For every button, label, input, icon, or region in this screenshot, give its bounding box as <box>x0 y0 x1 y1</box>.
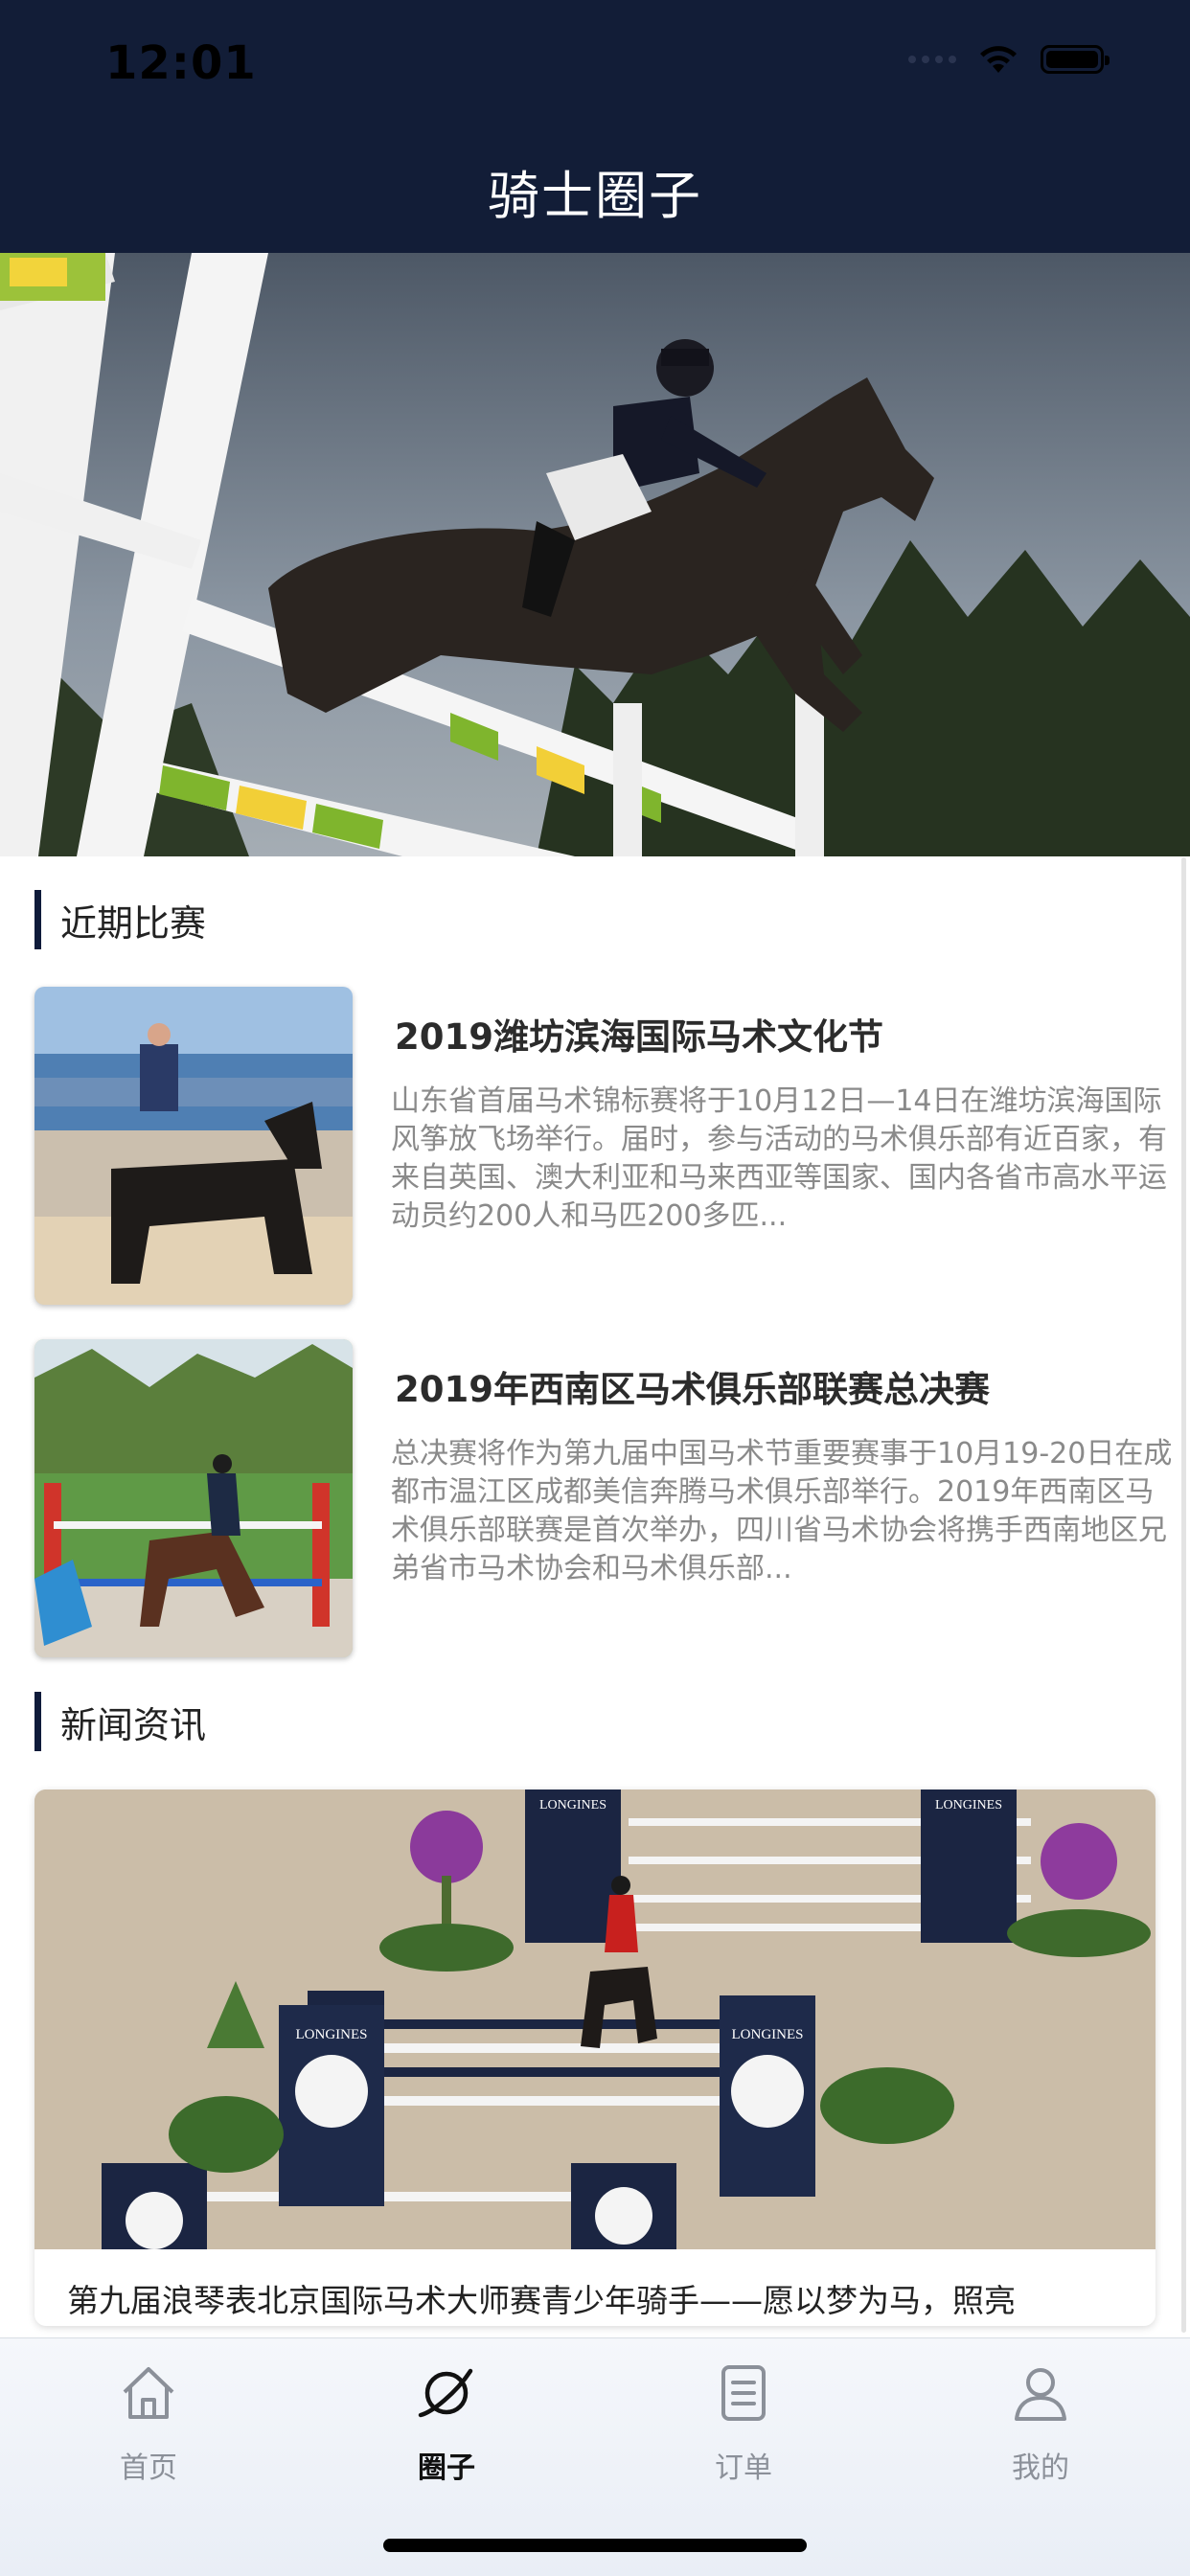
status-time: 12:01 <box>105 36 257 90</box>
brand-text: LONGINES <box>296 2027 368 2042</box>
section-header-news: 新闻资讯 <box>34 1691 206 1752</box>
match-description: 总决赛将作为第九届中国马术节重要赛事于10月19-20日在成都市温江区成都美信奔… <box>391 1437 1173 1585</box>
match-title[interactable]: 2019潍坊滨海国际马术文化节 <box>395 1008 1152 1060</box>
match-thumbnail-image <box>34 1339 353 1657</box>
planet-icon <box>418 2368 473 2418</box>
tab-label: 我的 <box>1012 2451 1069 2485</box>
section-accent-bar <box>34 890 41 949</box>
wifi-icon <box>977 44 1019 75</box>
news-title[interactable]: 第九届浪琴表北京国际马术大师赛青少年骑手——愿以梦为马，照亮 <box>67 2278 1131 2324</box>
tab-orders[interactable]: 订单 <box>648 2359 839 2486</box>
battery-icon <box>1041 45 1110 74</box>
match-thumbnail-image <box>34 987 353 1305</box>
tab-label: 圈子 <box>418 2451 475 2485</box>
match-description: 山东省首届马术锦标赛将于10月12日—14日在潍坊滨海国际风筝放飞场举行。届时，… <box>391 1084 1167 1233</box>
brand-text: LONGINES <box>732 2027 804 2042</box>
tab-profile[interactable]: 我的 <box>945 2359 1136 2486</box>
section-accent-bar <box>34 1692 41 1751</box>
app-header: 12:01 骑士圈子 <box>0 0 1190 253</box>
section-title: 新闻资讯 <box>60 1703 207 1746</box>
user-icon <box>1015 2368 1066 2421</box>
cellular-signal-icon <box>908 56 956 63</box>
tab-label: 订单 <box>715 2451 772 2485</box>
scrollbar[interactable] <box>1181 857 1186 2333</box>
tab-circle[interactable]: 圈子 <box>351 2359 542 2486</box>
news-photo-image: LONGINES LONGINES LONGINES LONGINES <box>34 1790 1156 2249</box>
match-title[interactable]: 2019年西南区马术俱乐部联赛总决赛 <box>395 1360 1152 1412</box>
page-title: 骑士圈子 <box>488 166 702 226</box>
section-header-recent-matches: 近期比赛 <box>34 889 206 950</box>
brand-text: LONGINES <box>935 1798 1002 1812</box>
home-indicator[interactable] <box>383 2539 807 2552</box>
match-card[interactable]: 2019潍坊滨海国际马术文化节 山东省首届马术锦标赛将于10月12日—14日在潍… <box>34 987 1167 1305</box>
tab-label: 首页 <box>120 2451 177 2485</box>
hero-banner-image[interactable] <box>0 253 1190 856</box>
match-card[interactable]: 2019年西南区马术俱乐部联赛总决赛 总决赛将作为第九届中国马术节重要赛事于10… <box>34 1339 1172 1657</box>
section-title: 近期比赛 <box>60 901 207 945</box>
status-icons <box>908 44 1110 75</box>
tab-home[interactable]: 首页 <box>53 2359 244 2486</box>
brand-text: LONGINES <box>539 1798 606 1812</box>
order-list-icon <box>721 2365 766 2421</box>
news-card[interactable]: LONGINES LONGINES LONGINES LONGINES 第九届浪… <box>34 1790 1156 2326</box>
home-icon <box>123 2367 174 2419</box>
